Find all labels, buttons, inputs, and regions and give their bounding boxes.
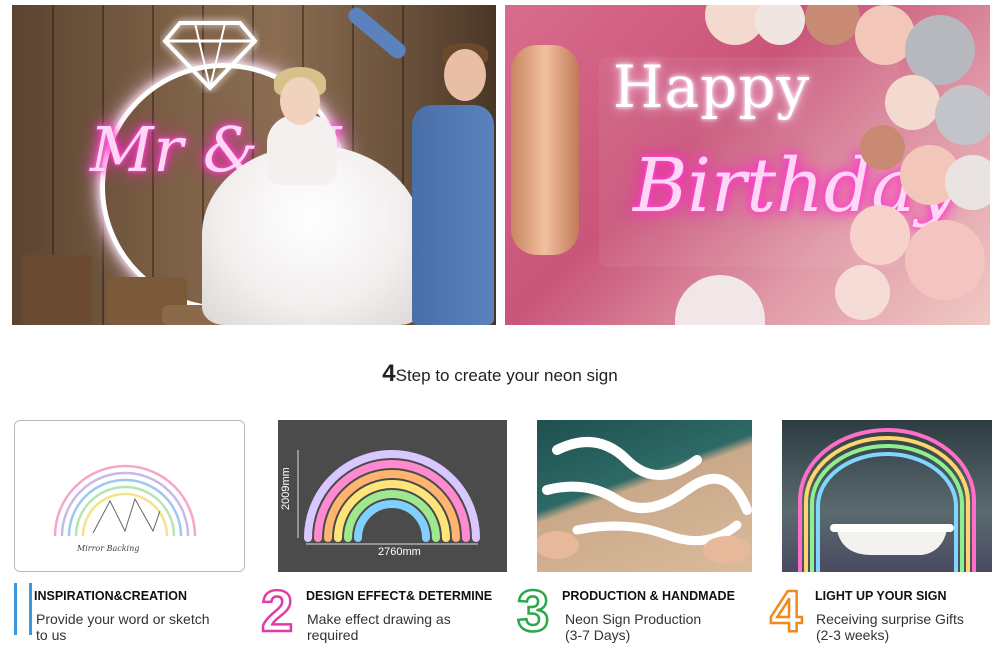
- steps-count: 4: [382, 360, 396, 387]
- balloon: [805, 5, 860, 45]
- width-dimension: 2760mm: [378, 546, 421, 558]
- step-4-title: LIGHT UP YOUR SIGN: [815, 589, 947, 603]
- step-2-title: DESIGN EFFECT& DETERMINE: [306, 589, 493, 603]
- step-4-desc-line1: Receiving surprise Gifts: [816, 611, 964, 627]
- step-2-desc-line2: required: [307, 627, 359, 643]
- birthday-neon-photo: Happy Birthday: [505, 5, 990, 325]
- groom: [412, 105, 494, 325]
- bride-head: [280, 77, 320, 125]
- step-1-title: INSPIRATION&CREATION: [34, 589, 188, 603]
- rainbow-sketch-icon: Mirror Backing: [53, 464, 197, 553]
- step-2-description: Make effect drawing as required: [307, 611, 451, 643]
- balloon: [860, 125, 905, 170]
- production-image: [537, 420, 752, 572]
- height-dimension: 2009mm: [280, 467, 292, 510]
- neon-tube-handmade-icon: [537, 437, 752, 564]
- balloon: [885, 75, 940, 130]
- step-3-description: Neon Sign Production (3-7 Days): [565, 611, 701, 643]
- step-1-description: Provide your word or sketch to us: [36, 611, 210, 643]
- rainbow-arch-lit-icon: [798, 428, 976, 572]
- step-2-desc-line1: Make effect drawing as: [307, 611, 451, 627]
- step-3-number: 3: [516, 579, 551, 644]
- sketch-caption: Mirror Backing: [76, 544, 139, 553]
- step-1-number: [14, 583, 32, 635]
- groom-head: [444, 49, 486, 101]
- sketch-image: Mirror Backing: [14, 420, 245, 572]
- wedding-neon-photo: Mr & M: [12, 5, 496, 325]
- steps-heading-text: Step to create your neon sign: [395, 366, 618, 385]
- neon-diamond-icon: [162, 21, 258, 91]
- balloon: [905, 220, 985, 300]
- step-2-number: 2: [260, 579, 295, 644]
- chair: [675, 275, 765, 325]
- lit-sign-image: [782, 420, 992, 572]
- bride: [267, 115, 337, 185]
- step-4-description: Receiving surprise Gifts (2-3 weeks): [816, 611, 964, 643]
- step-1-desc-line2: to us: [36, 627, 67, 643]
- balloon: [835, 265, 890, 320]
- balloon: [850, 205, 910, 265]
- step-1-desc-line1: Provide your word or sketch: [36, 611, 210, 627]
- balloon: [935, 85, 990, 145]
- happy-neon-text: Happy: [613, 53, 811, 121]
- foil-balloon: [511, 45, 579, 255]
- step-3-desc-line2: (3-7 Days): [565, 627, 631, 643]
- raised-arms: [345, 5, 409, 62]
- design-drawing-image: 2760mm 2009mm: [278, 420, 507, 572]
- step-4-desc-line2: (2-3 weeks): [816, 627, 890, 643]
- barrel: [22, 255, 92, 325]
- step-4-number: 4: [769, 579, 804, 644]
- balloon: [755, 5, 805, 45]
- step-3-desc-line1: Neon Sign Production: [565, 611, 702, 627]
- step-3-title: PRODUCTION & HANDMADE: [562, 589, 735, 603]
- steps-heading: 4Step to create your neon sign: [0, 360, 1000, 388]
